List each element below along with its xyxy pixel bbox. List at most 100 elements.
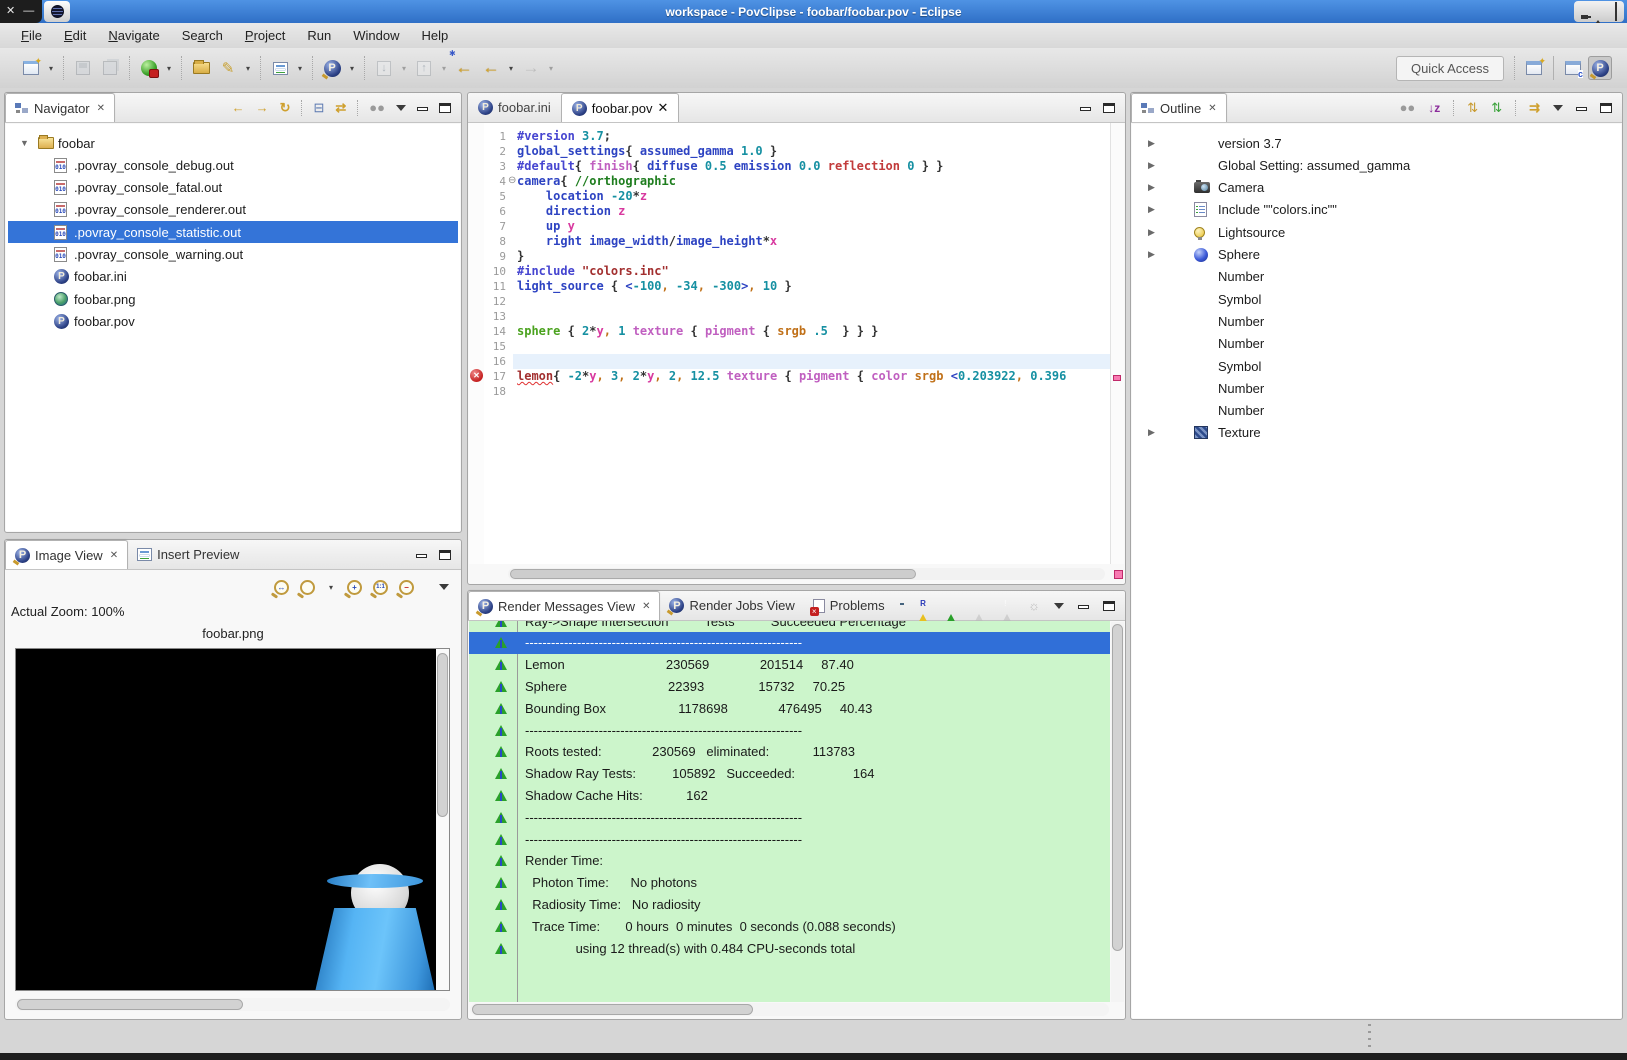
tab-outline[interactable]: Outline ✕ <box>1131 93 1227 122</box>
last-edit-location-button[interactable]: ← <box>452 56 476 80</box>
back-button[interactable]: ← <box>479 56 503 80</box>
outline-item[interactable]: ▶Global Setting: assumed_gamma <box>1134 154 1619 176</box>
povclipse-dropdown-icon[interactable]: ▾ <box>347 64 357 73</box>
outline-item[interactable]: ▶Camera <box>1134 177 1619 199</box>
expander-icon[interactable]: ▶ <box>1148 427 1155 438</box>
open-perspective-button[interactable] <box>1522 56 1546 80</box>
tab-insert-preview[interactable]: Insert Preview <box>128 540 248 569</box>
editor-horizontal-scrollbar[interactable] <box>508 568 1105 580</box>
filter-statistic-icon[interactable] <box>944 597 958 615</box>
code-line[interactable]: 5 location -20*z <box>469 189 1110 204</box>
outline-item[interactable]: Number <box>1134 266 1619 288</box>
code-line[interactable]: 16 <box>469 354 1110 369</box>
outline-item[interactable]: ▶Include ""colors.inc"" <box>1134 199 1619 221</box>
code-line[interactable]: 6 direction z <box>469 204 1110 219</box>
sash-handle[interactable] <box>1368 1024 1371 1050</box>
previous-annotation-dropdown-icon[interactable]: ▾ <box>439 64 449 73</box>
pen-dropdown-icon[interactable]: ▾ <box>243 64 253 73</box>
render-message-row[interactable]: Shadow Ray Tests: 105892 Succeeded: 164 <box>469 763 1110 785</box>
previous-annotation-button[interactable]: ↑ <box>412 56 436 80</box>
editor-minimize-icon[interactable] <box>1080 107 1091 111</box>
menu-edit[interactable]: Edit <box>53 25 97 46</box>
code-line[interactable]: 10#include "colors.inc" <box>469 264 1110 279</box>
zoom-tool-icon[interactable] <box>300 580 315 595</box>
menu-file[interactable]: File <box>10 25 53 46</box>
link-with-editor-icon[interactable]: ⇄ <box>335 101 346 115</box>
render-message-row[interactable]: Photon Time: No photons <box>469 872 1110 894</box>
code-line[interactable]: 1#version 3.7; <box>469 129 1110 144</box>
code-line[interactable]: 13 <box>469 309 1110 324</box>
code-line[interactable]: 12 <box>469 294 1110 309</box>
zoom-fit-icon[interactable]: ↔ <box>274 580 289 595</box>
render-message-row[interactable]: Sphere 22393 15732 70.25 <box>469 675 1110 697</box>
settings-icon[interactable]: ☼ <box>1028 599 1040 613</box>
outline-item[interactable]: Number <box>1134 400 1619 422</box>
render-message-row[interactable]: using 12 thread(s) with 0.484 CPU-second… <box>469 937 1110 959</box>
menu-run[interactable]: Run <box>296 25 342 46</box>
outline-tab-close-icon[interactable]: ✕ <box>1208 103 1216 114</box>
navigator-item[interactable]: foobar.png <box>8 288 458 310</box>
menu-help[interactable]: Help <box>410 25 459 46</box>
render-message-row[interactable]: Shadow Cache Hits: 162 <box>469 784 1110 806</box>
navigator-tab-close-icon[interactable]: ✕ <box>97 103 105 114</box>
menu-search[interactable]: Search <box>171 25 234 46</box>
tab-navigator[interactable]: Navigator ✕ <box>5 93 115 122</box>
code-line[interactable]: 9} <box>469 249 1110 264</box>
code-line[interactable]: 15 <box>469 339 1110 354</box>
tree-sort-icon[interactable]: ⇅ <box>1467 101 1478 115</box>
outline-minimize-icon[interactable] <box>1576 107 1587 111</box>
new-dropdown-icon[interactable]: ▾ <box>46 64 56 73</box>
render-message-row[interactable]: Bounding Box 1178698 476495 40.43 <box>469 697 1110 719</box>
save-button[interactable] <box>71 56 95 80</box>
render-dropdown-icon[interactable]: ▾ <box>164 64 174 73</box>
filter-error-icon[interactable]: ! <box>1000 597 1014 615</box>
editor-maximize-icon[interactable] <box>1103 103 1115 113</box>
render-message-row[interactable]: ----------------------------------------… <box>469 806 1110 828</box>
outline-item[interactable]: Symbol <box>1134 288 1619 310</box>
back-dropdown-icon[interactable]: ▾ <box>506 64 516 73</box>
view-menu-icon[interactable] <box>396 105 406 111</box>
expander-icon[interactable]: ▶ <box>1148 249 1155 260</box>
mark-occurrences-button[interactable]: ✎ <box>216 56 240 80</box>
render-message-row[interactable]: Render Time: <box>469 850 1110 872</box>
outline-maximize-icon[interactable] <box>1600 103 1612 113</box>
outline-item[interactable]: Number <box>1134 310 1619 332</box>
outline-item[interactable]: Number <box>1134 377 1619 399</box>
code-line[interactable]: 4⊖camera{ //orthographic <box>469 174 1110 189</box>
error-marker-icon[interactable]: ✕ <box>470 369 483 382</box>
render-messages-tab-close-icon[interactable]: ✕ <box>642 601 650 612</box>
outline-item[interactable]: ▶Lightsource <box>1134 221 1619 243</box>
zoom-actual-icon[interactable]: 1:1 <box>373 580 388 595</box>
maximize-view-icon[interactable] <box>439 103 451 113</box>
editor-tab-close-icon[interactable]: ✕ <box>657 100 668 116</box>
filter-warning-icon[interactable] <box>972 597 986 615</box>
render-message-row[interactable]: Roots tested: 230569 eliminated: 113783 <box>469 741 1110 763</box>
navigator-item[interactable]: .povray_console_renderer.out <box>8 199 458 221</box>
forward-dropdown-icon[interactable]: ▾ <box>546 64 556 73</box>
zoom-dropdown-icon[interactable]: ▾ <box>326 583 336 592</box>
nav-up-icon[interactable]: ↻ <box>280 101 291 115</box>
filters-icon[interactable]: ●● <box>369 101 385 115</box>
outline-menu-icon[interactable] <box>1553 105 1563 111</box>
menu-window[interactable]: Window <box>342 25 410 46</box>
expander-icon[interactable]: ▶ <box>1148 182 1155 193</box>
zoom-in-icon[interactable]: + <box>347 580 362 595</box>
zoom-out-icon[interactable]: − <box>399 580 414 595</box>
navigator-item[interactable]: .povray_console_debug.out <box>8 154 458 176</box>
navigator-item[interactable]: .povray_console_warning.out <box>8 244 458 266</box>
outline-item[interactable]: ▶Texture <box>1134 422 1619 444</box>
code-editor[interactable]: 1#version 3.7;2global_settings{ assumed_… <box>469 123 1124 564</box>
code-line[interactable]: 2global_settings{ assumed_gamma 1.0 } <box>469 144 1110 159</box>
render-message-row[interactable]: Trace Time: 0 hours 0 minutes 0 seconds … <box>469 915 1110 937</box>
outline-item[interactable]: ▶version 3.7 <box>1134 132 1619 154</box>
nav-forward-icon[interactable]: → <box>256 101 269 115</box>
render-vertical-scrollbar[interactable] <box>1111 622 1124 1002</box>
expander-icon[interactable]: ▼ <box>20 138 29 148</box>
image-view-tab-close-icon[interactable]: ✕ <box>110 550 118 561</box>
povclipse-button[interactable] <box>320 56 344 80</box>
filter-render-icon[interactable]: R <box>916 597 930 615</box>
save-all-button[interactable] <box>98 56 122 80</box>
image-horizontal-scrollbar[interactable] <box>15 998 450 1011</box>
collapse-all-icon[interactable]: ⊟ <box>313 101 324 115</box>
render-message-row[interactable]: ----------------------------------------… <box>469 632 1110 654</box>
